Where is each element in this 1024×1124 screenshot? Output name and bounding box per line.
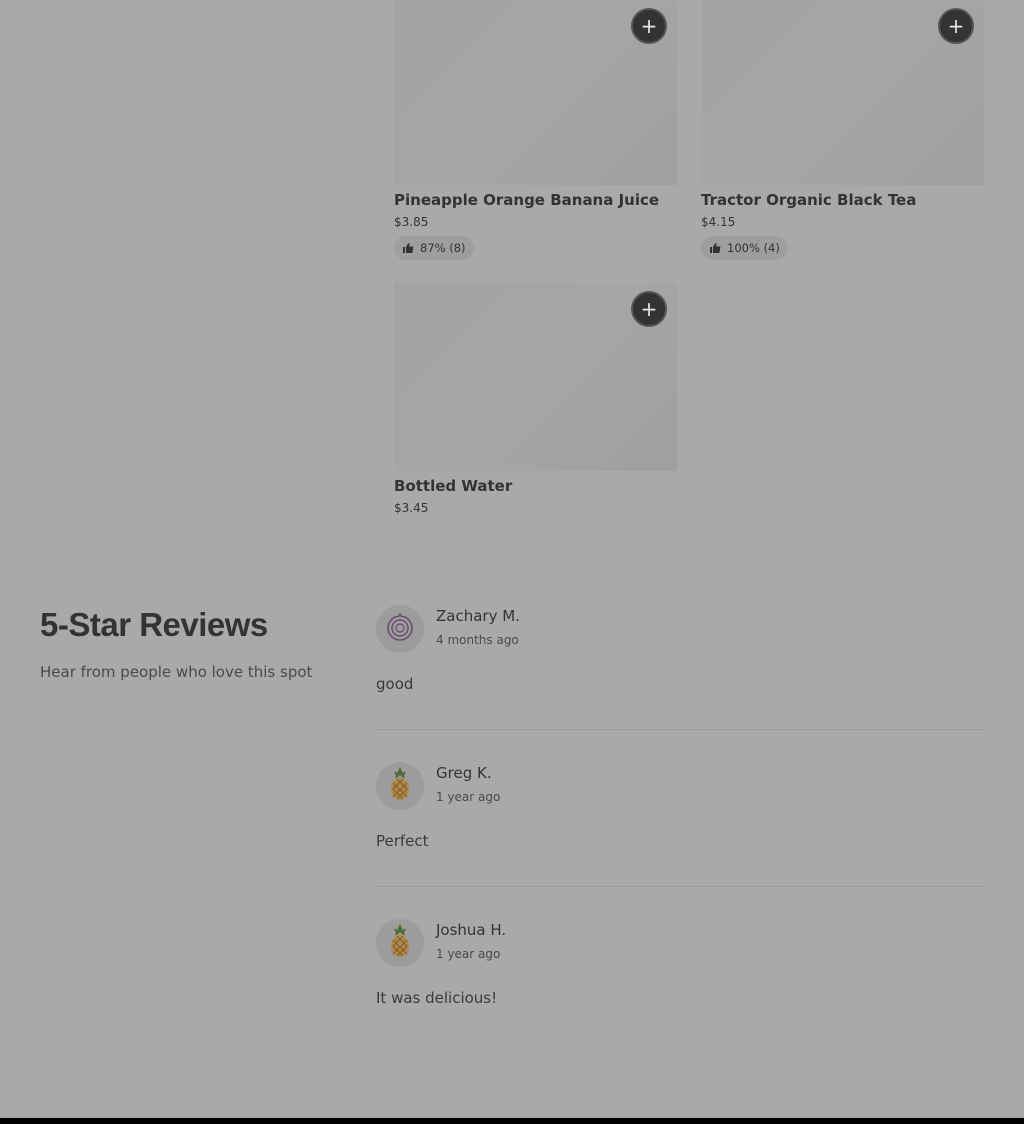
product-name: Pineapple Orange Banana Juice — [394, 191, 660, 209]
add-to-cart-button[interactable]: + — [938, 8, 974, 44]
review-date: 1 year ago — [436, 790, 501, 804]
thumbs-up-icon — [709, 242, 721, 254]
avatar — [376, 605, 424, 653]
add-to-cart-button[interactable]: + — [631, 8, 667, 44]
product-image[interactable]: + — [394, 0, 677, 185]
add-to-cart-button[interactable]: + — [631, 291, 667, 327]
product-price: $3.45 — [394, 501, 429, 515]
avatar — [376, 762, 424, 810]
review-text: good — [376, 675, 414, 693]
pineapple-icon — [385, 923, 415, 962]
divider — [376, 886, 984, 887]
product-image[interactable]: + — [701, 0, 984, 185]
product-price: $3.85 — [394, 215, 429, 229]
rating-text: 87% (8) — [420, 241, 466, 255]
thumbs-up-icon — [402, 242, 414, 254]
onion-icon — [385, 612, 415, 646]
review-text: It was delicious! — [376, 989, 498, 1007]
reviewer-name: Zachary M. — [436, 607, 520, 625]
page: + Pineapple Orange Banana Juice $3.85 87… — [0, 0, 1024, 1124]
avatar — [376, 919, 424, 967]
plus-icon: + — [947, 14, 965, 38]
reviewer-name: Joshua H. — [436, 921, 507, 939]
product-card[interactable]: + Tractor Organic Black Tea $4.15 100% (… — [701, 0, 984, 283]
product-card[interactable]: + Bottled Water $3.45 — [394, 283, 677, 566]
reviewer-name: Greg K. — [436, 764, 492, 782]
product-price: $4.15 — [701, 215, 736, 229]
pineapple-icon — [385, 766, 415, 805]
rating-badge: 100% (4) — [701, 236, 788, 260]
reviews-subtitle: Hear from people who love this spot — [40, 663, 313, 681]
reviews-title: 5-Star Reviews — [40, 606, 268, 643]
divider — [376, 729, 984, 730]
plus-icon: + — [640, 14, 658, 38]
product-image[interactable]: + — [394, 283, 677, 471]
review-text: Perfect — [376, 832, 429, 850]
product-name: Tractor Organic Black Tea — [701, 191, 917, 209]
review-date: 4 months ago — [436, 633, 519, 647]
product-card[interactable]: + Pineapple Orange Banana Juice $3.85 87… — [394, 0, 677, 283]
rating-badge: 87% (8) — [394, 236, 474, 260]
product-grid: + Pineapple Orange Banana Juice $3.85 87… — [394, 0, 984, 566]
plus-icon: + — [640, 297, 658, 321]
bottom-bar — [0, 1118, 1024, 1124]
review-date: 1 year ago — [436, 947, 501, 961]
product-name: Bottled Water — [394, 477, 513, 495]
rating-text: 100% (4) — [727, 241, 780, 255]
